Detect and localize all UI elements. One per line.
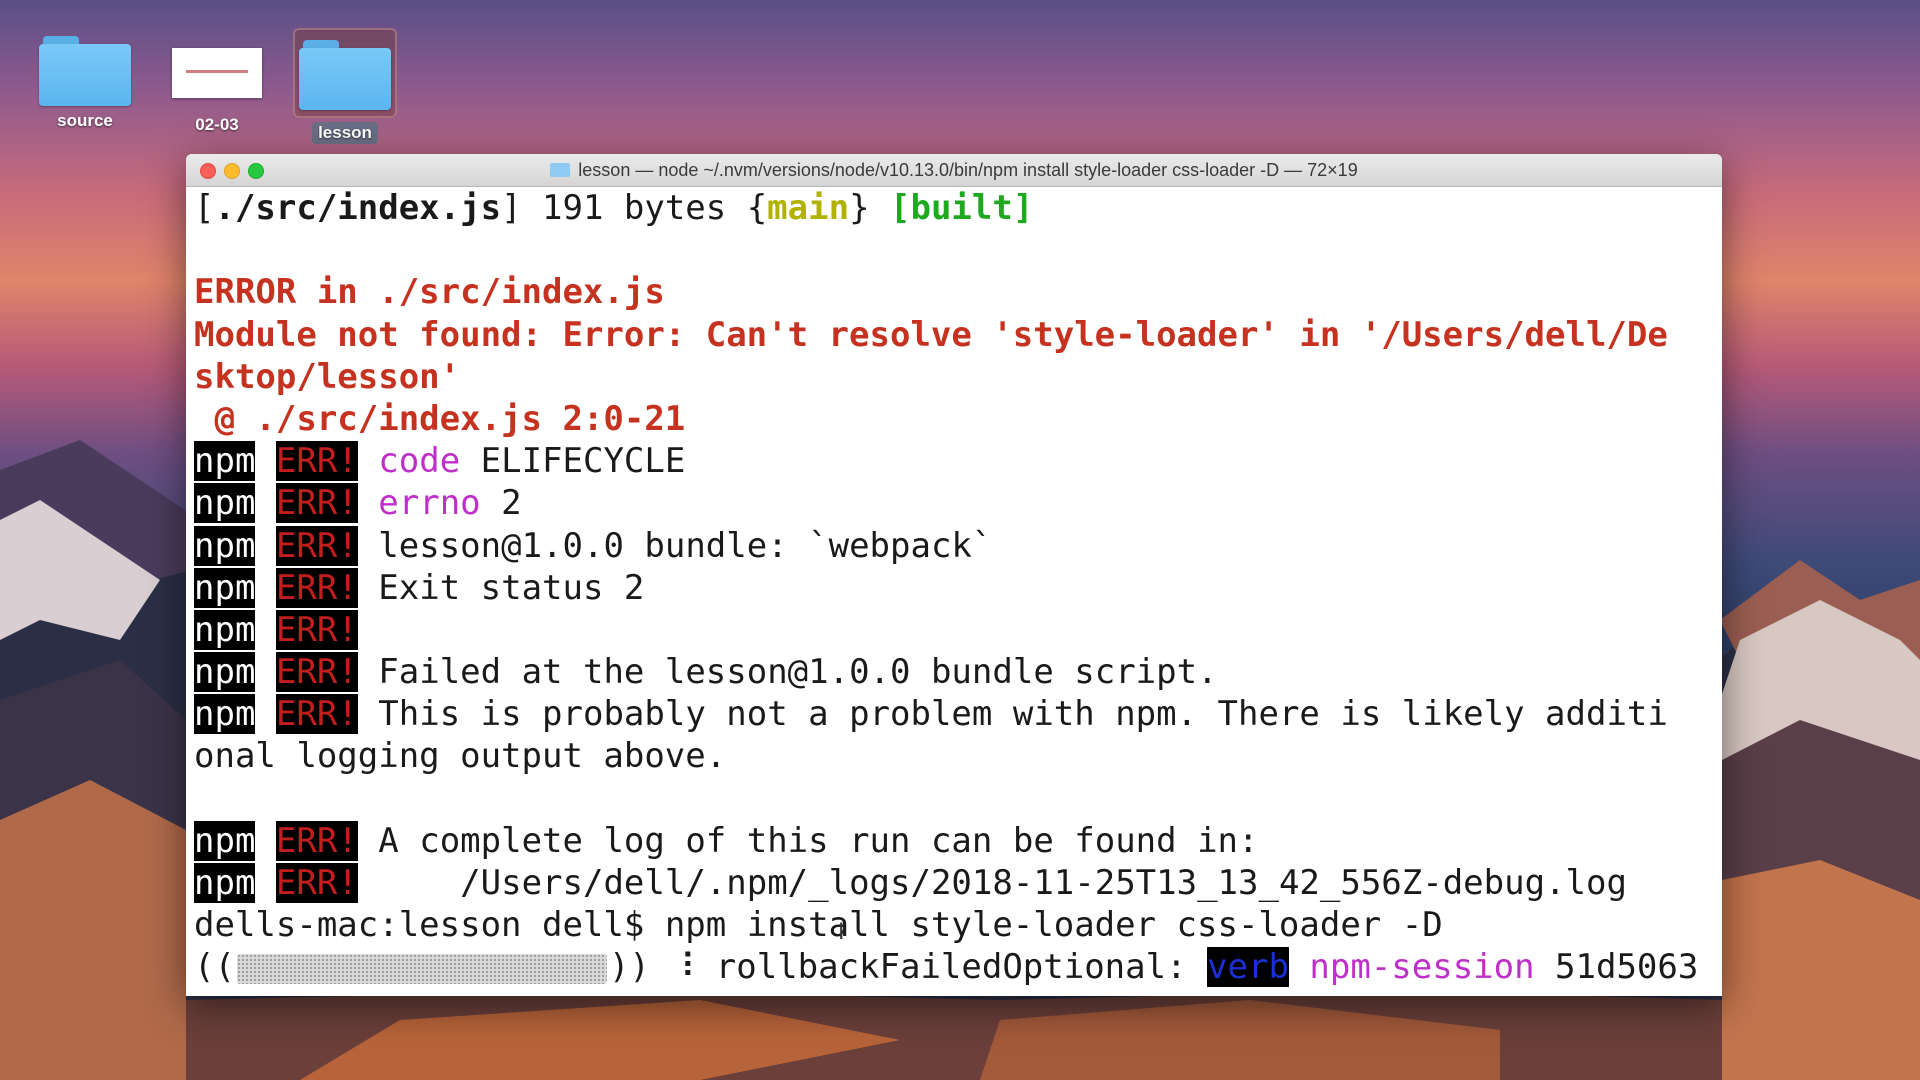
desktop-icon-label: 02-03 — [195, 115, 239, 134]
desktop-folder-lesson[interactable]: lesson — [285, 28, 405, 144]
typed-command: npm install style-loader css-loader -D — [664, 905, 1443, 946]
npm-error-line: npm ERR! errno 2 — [194, 483, 522, 524]
folder-icon — [25, 32, 145, 106]
shell-prompt: dells-mac:lesson dell$ — [194, 905, 665, 946]
npm-error-line: npm ERR! This is probably not a problem … — [194, 694, 1668, 735]
desktop-document-02-03[interactable]: 02-03 — [157, 36, 277, 136]
progress-bar — [236, 953, 607, 984]
npm-error-line: npm ERR! A complete log of this run can … — [194, 820, 1259, 861]
error-header: ERROR in ./src/index.js — [194, 272, 665, 313]
text-cursor-icon: I — [838, 920, 845, 945]
npm-error-line: npm ERR! Failed at the lesson@1.0.0 bund… — [194, 652, 1218, 693]
terminal-output[interactable]: [./src/index.js] 191 bytes {main} [built… — [194, 187, 1722, 996]
error-location: @ ./src/index.js 2:0-21 — [194, 398, 686, 439]
command-prompt-line[interactable]: dells-mac:lesson dell$ npm install style… — [194, 904, 1722, 946]
error-message-line: Module not found: Error: Can't resolve '… — [194, 314, 1668, 355]
error-message-line: sktop/lesson' — [194, 356, 461, 397]
wrapped-line: onal logging output above. — [194, 736, 727, 777]
npm-error-line: npm ERR! code ELIFECYCLE — [194, 441, 686, 482]
npm-error-line: npm ERR! — [194, 609, 358, 650]
desktop-icon-label: source — [57, 111, 113, 130]
title-bar[interactable]: lesson — node ~/.nvm/versions/node/v10.1… — [186, 154, 1722, 187]
spinner-icon: ⠸ — [649, 947, 716, 988]
document-thumbnail-icon — [157, 48, 277, 98]
desktop-icon-label: lesson — [312, 122, 378, 144]
terminal-window[interactable]: lesson — node ~/.nvm/versions/node/v10.1… — [186, 154, 1722, 996]
npm-progress-line: (()) ⠸ rollbackFailedOptional: verb npm-… — [194, 947, 1699, 988]
folder-icon — [293, 28, 397, 118]
npm-error-line: npm ERR! Exit status 2 — [194, 567, 645, 608]
npm-error-line: npm ERR! lesson@1.0.0 bundle: `webpack` — [194, 525, 993, 566]
npm-error-line: npm ERR! /Users/dell/.npm/_logs/2018-11-… — [194, 863, 1627, 903]
folder-icon — [550, 163, 571, 177]
desktop-folder-source[interactable]: source — [25, 32, 145, 132]
build-output-line: [./src/index.js] 191 bytes {main} [built… — [194, 188, 1034, 228]
window-title: lesson — node ~/.nvm/versions/node/v10.1… — [578, 160, 1358, 180]
